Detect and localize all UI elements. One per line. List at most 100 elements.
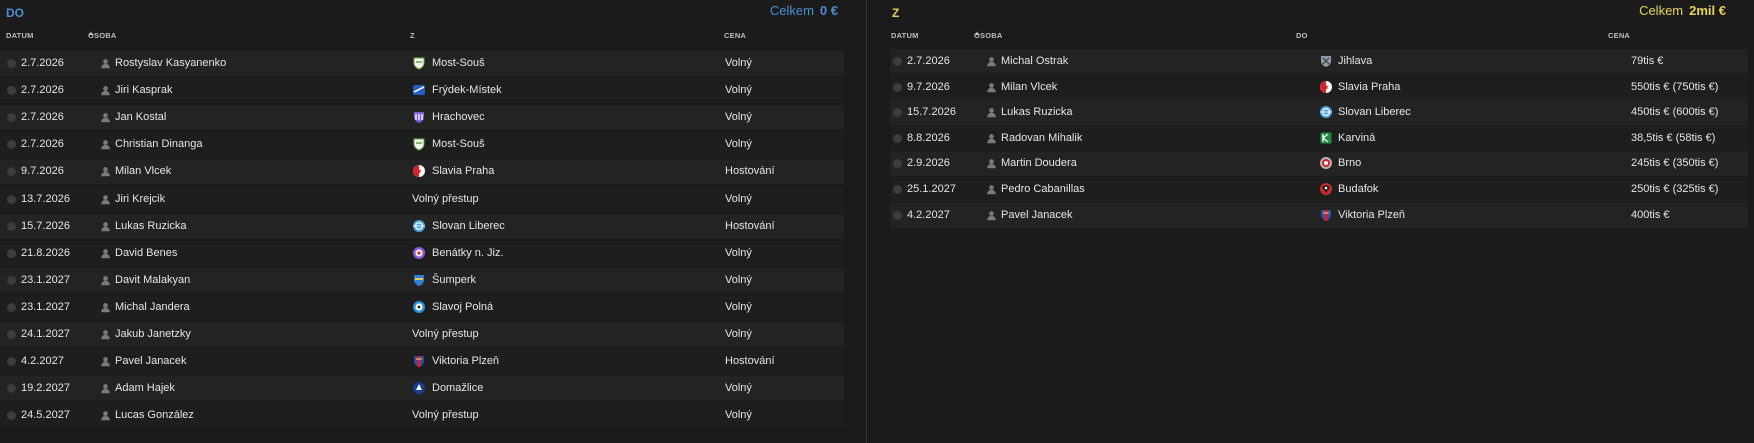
person-name-link[interactable]: Pavel Janacek — [115, 349, 187, 374]
person-icon — [101, 275, 110, 286]
club-name-link[interactable]: Viktoria Plzeň — [432, 349, 499, 374]
status-dot-icon — [7, 302, 16, 312]
person-name-link[interactable]: Radovan Mihalik — [1001, 126, 1082, 151]
person-name-link[interactable]: Lukas Ruzicka — [115, 214, 187, 239]
club-name-link[interactable]: Brno — [1338, 151, 1361, 176]
club-name-link[interactable]: Hrachovec — [432, 105, 485, 130]
transfer-price: Volný — [725, 111, 752, 124]
table-row[interactable]: 21.8.2026 David Benes Benátky n. Jiz. Volný — [0, 240, 844, 266]
column-header-club[interactable]: Z — [410, 31, 415, 40]
club-name-link[interactable]: Viktoria Plzeň — [1338, 203, 1405, 228]
column-header-date[interactable]: DATUM — [891, 31, 919, 40]
person-name-link[interactable]: David Benes — [115, 241, 177, 266]
person-name-link[interactable]: Michal Ostrak — [1001, 49, 1068, 74]
person-name-link[interactable]: Pavel Janacek — [1001, 203, 1073, 228]
table-row[interactable]: 13.7.2026 Jiri Krejcik Volný přestup Volný — [0, 186, 844, 212]
club-name-link[interactable]: Most-Souš — [432, 51, 485, 76]
table-row[interactable]: 24.1.2027 Jakub Janetzky Volný přestup Voln… — [0, 322, 844, 347]
slavia-praha-crest — [1320, 80, 1332, 93]
table-row[interactable]: 9.7.2026 Milan Vlcek Slavia Praha Hostování — [0, 159, 844, 185]
table-row[interactable]: 19.2.2027 Adam Hajek Domažlice Volný — [0, 376, 844, 402]
status-dot-icon — [7, 113, 16, 123]
status-dot-icon — [7, 411, 16, 421]
club-name-link[interactable]: Slovan Liberec — [1338, 100, 1411, 125]
club-name-link[interactable]: Jihlava — [1338, 49, 1372, 74]
table-row[interactable]: 23.1.2027 Michal Jandera Slavoj Polná Volný — [0, 294, 844, 320]
transfer-date: 24.5.2027 — [21, 409, 70, 422]
club-name-link[interactable]: Benátky n. Jiz. — [432, 241, 504, 266]
club-name-link[interactable]: Most-Souš — [432, 132, 485, 157]
benatky-crest — [413, 246, 425, 259]
club-name-link[interactable]: Budafok — [1338, 177, 1378, 202]
person-icon — [101, 330, 110, 340]
transfer-date: 4.2.2027 — [907, 208, 950, 221]
person-icon — [101, 86, 110, 96]
person-name-link[interactable]: Adam Hajek — [115, 376, 175, 401]
table-row[interactable]: 2.7.2026 Rostyslav Kasyanenko Most-Souš Vol… — [0, 51, 844, 76]
most-sous-crest — [413, 57, 425, 70]
table-row[interactable]: 2.7.2026 Jiri Kasprak Frýdek-Místek Volný — [0, 78, 844, 104]
table-row[interactable]: 2.7.2026 Jan Kostal Hrachovec Volný — [0, 105, 844, 131]
person-name-link[interactable]: Jan Kostal — [115, 105, 166, 130]
person-icon — [987, 159, 996, 169]
incoming-transfers-panel: DO Celkem 0 € DATUM ▲ OSOBA Z CENA 2.7.202… — [0, 0, 866, 443]
person-name-link[interactable]: Pedro Cabanillas — [1001, 177, 1085, 202]
status-dot-icon — [893, 185, 902, 194]
person-name-link[interactable]: Lukas Ruzicka — [1001, 100, 1073, 125]
table-row[interactable]: 2.9.2026 Martin Doudera Brno 245tis € (350t… — [890, 151, 1748, 177]
person-name-link[interactable]: Milan Vlcek — [1001, 75, 1057, 100]
transfer-date: 2.7.2026 — [21, 111, 64, 124]
status-dot-icon — [893, 82, 902, 92]
club-name-link[interactable]: Slavoj Polná — [432, 295, 493, 320]
transfer-price: Volný — [725, 300, 752, 313]
person-name-link[interactable]: Davit Malakyan — [115, 268, 190, 293]
table-row[interactable]: 15.7.2026 Lukas Ruzicka Slovan Liberec Host… — [0, 213, 844, 239]
most-sous-crest — [413, 138, 425, 151]
domazlice-crest — [413, 382, 425, 395]
person-name-link[interactable]: Milan Vlcek — [115, 159, 171, 184]
person-name-link[interactable]: Lucas González — [115, 403, 194, 428]
person-name-link[interactable]: Christian Dinanga — [115, 132, 202, 157]
table-row[interactable]: 4.2.2027 Pavel Janacek Viktoria Plzeň 400ti… — [890, 202, 1748, 228]
column-header-price[interactable]: CENA — [724, 31, 746, 40]
club-name-link[interactable]: Karviná — [1338, 126, 1375, 151]
column-header-club[interactable]: DO — [1296, 31, 1308, 40]
person-name-link[interactable]: Jiri Krejcik — [115, 187, 165, 212]
club-name-link[interactable]: Slavia Praha — [432, 159, 494, 184]
table-row[interactable]: 25.1.2027 Pedro Cabanillas Budafok 250tis €… — [890, 177, 1748, 202]
total-label: Celkem — [1639, 3, 1684, 18]
table-row[interactable]: 9.7.2026 Milan Vlcek Slavia Praha 550tis € … — [890, 74, 1748, 100]
transfer-date: 23.1.2027 — [21, 300, 70, 313]
table-row[interactable]: 15.7.2026 Lukas Ruzicka Slovan Liberec 450t… — [890, 100, 1748, 126]
person-icon — [101, 167, 110, 177]
status-dot-icon — [7, 167, 16, 177]
viktoria-plzen-crest — [1321, 209, 1331, 221]
table-row[interactable]: 4.2.2027 Pavel Janacek Viktoria Plzeň Hosto… — [0, 349, 844, 375]
person-icon — [101, 59, 110, 69]
club-name-link[interactable]: Slavia Praha — [1338, 75, 1400, 100]
transfer-price: 245tis € (350tis €) — [1631, 157, 1719, 170]
club-name-link[interactable]: Domažlice — [432, 376, 483, 401]
table-row[interactable]: 24.5.2027 Lucas González Volný přestup Voln… — [0, 403, 844, 429]
status-dot-icon — [7, 330, 16, 339]
person-name-link[interactable]: Michal Jandera — [115, 295, 190, 320]
transfer-date: 2.7.2026 — [907, 55, 950, 67]
table-row[interactable]: 8.8.2026 Radovan Mihalik Karviná 38,5tis € … — [890, 125, 1748, 151]
club-name-link[interactable]: Šumperk — [432, 268, 476, 293]
person-name-link[interactable]: Jakub Janetzky — [115, 322, 191, 347]
column-header-date[interactable]: DATUM — [6, 31, 34, 40]
status-dot-icon — [7, 86, 16, 96]
table-row[interactable]: 2.7.2026 Michal Ostrak Jihlava 79tis € — [890, 49, 1748, 74]
person-name-link[interactable]: Martin Doudera — [1001, 151, 1077, 176]
person-icon — [101, 140, 110, 150]
transfer-price: Hostování — [725, 355, 775, 368]
column-header-price[interactable]: CENA — [1608, 31, 1630, 40]
table-row[interactable]: 23.1.2027 Davit Malakyan Šumperk Volný — [0, 267, 844, 293]
club-name-link[interactable]: Frýdek-Místek — [432, 78, 502, 103]
person-name-link[interactable]: Rostyslav Kasyanenko — [115, 51, 226, 76]
table-row[interactable]: 2.7.2026 Christian Dinanga Most-Souš Volný — [0, 132, 844, 158]
club-name-link[interactable]: Slovan Liberec — [432, 214, 505, 239]
person-name-link[interactable]: Jiri Kasprak — [115, 78, 172, 103]
transfer-price: 550tis € (750tis €) — [1631, 80, 1719, 93]
total-value: 0 € — [819, 3, 838, 18]
